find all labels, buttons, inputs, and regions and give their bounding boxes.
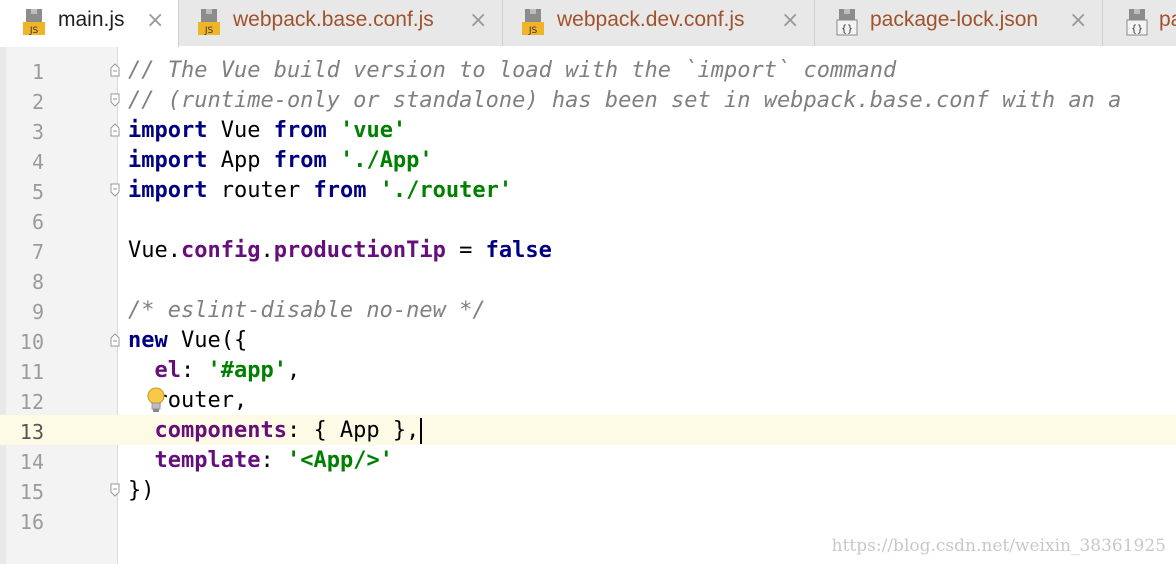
line-number: 2 bbox=[31, 90, 44, 114]
fold-start-icon[interactable] bbox=[110, 123, 120, 137]
code-line[interactable]: 9 /* eslint-disable no-new */ bbox=[0, 295, 1176, 325]
svg-text:{}: {} bbox=[1131, 24, 1143, 35]
svg-text:JS: JS bbox=[528, 26, 538, 36]
line-number: 7 bbox=[31, 240, 44, 264]
line-number: 6 bbox=[31, 210, 44, 234]
current-code-line[interactable]: 13 components: { App }, bbox=[0, 415, 1176, 445]
tab-package-lock-json[interactable]: {} package-lock.json × bbox=[815, 0, 1103, 46]
js-file-icon: JS bbox=[198, 9, 220, 36]
code-text: import router from './router' bbox=[128, 178, 513, 203]
code-text: }) bbox=[128, 478, 155, 503]
code-line[interactable]: 6 bbox=[0, 205, 1176, 235]
line-number: 1 bbox=[31, 60, 44, 84]
fold-end-icon[interactable] bbox=[110, 93, 120, 107]
code-text: // The Vue build version to load with th… bbox=[128, 58, 897, 83]
close-icon[interactable]: × bbox=[469, 8, 487, 34]
fold-end-icon[interactable] bbox=[110, 183, 120, 197]
close-icon[interactable]: × bbox=[781, 8, 799, 34]
line-number: 12 bbox=[19, 390, 44, 414]
code-line[interactable]: 14 template: '<App/>' bbox=[0, 445, 1176, 475]
editor-tab-bar: JS main.js × JS webpack.base.conf.js × J… bbox=[0, 0, 1176, 47]
code-text: Vue.config.productionTip = false bbox=[128, 238, 552, 263]
code-line[interactable]: 15 }) bbox=[0, 475, 1176, 505]
code-text: template: '<App/>' bbox=[154, 448, 393, 473]
tab-label: webpack.base.conf.js bbox=[233, 8, 434, 31]
js-file-icon: JS bbox=[522, 9, 544, 36]
tab-overflow[interactable]: {} pa bbox=[1103, 0, 1176, 46]
js-file-icon: JS bbox=[23, 9, 45, 36]
code-line[interactable]: 8 bbox=[0, 265, 1176, 295]
code-text: import App from './App' bbox=[128, 148, 433, 173]
svg-text:{}: {} bbox=[841, 24, 853, 35]
fold-start-icon[interactable] bbox=[110, 63, 120, 77]
tab-label: main.js bbox=[58, 8, 125, 31]
code-line[interactable]: 12 router, bbox=[0, 385, 1176, 415]
code-text: el: '#app', bbox=[154, 358, 301, 383]
close-icon[interactable]: × bbox=[1069, 8, 1087, 34]
code-text: components: { App }, bbox=[128, 418, 423, 444]
line-number: 9 bbox=[31, 300, 44, 324]
code-text: import Vue from 'vue' bbox=[128, 118, 407, 143]
line-number: 10 bbox=[19, 330, 44, 354]
tab-main-js[interactable]: JS main.js × bbox=[0, 0, 179, 47]
json-file-icon: {} bbox=[836, 9, 858, 36]
code-text: new Vue({ bbox=[128, 328, 248, 353]
tab-label: webpack.dev.conf.js bbox=[557, 8, 745, 31]
code-line[interactable]: 1 // The Vue build version to load with … bbox=[0, 55, 1176, 85]
close-icon[interactable]: × bbox=[146, 8, 164, 34]
fold-start-icon[interactable] bbox=[110, 333, 120, 347]
code-line[interactable]: 7 Vue.config.productionTip = false bbox=[0, 235, 1176, 265]
line-number: 13 bbox=[19, 420, 44, 444]
tab-webpack-dev-conf[interactable]: JS webpack.dev.conf.js × bbox=[503, 0, 815, 46]
line-number: 11 bbox=[19, 360, 44, 384]
code-line[interactable]: 11 el: '#app', bbox=[0, 355, 1176, 385]
code-line[interactable]: 5 import router from './router' bbox=[0, 175, 1176, 205]
line-number: 5 bbox=[31, 180, 44, 204]
code-line[interactable]: 3 import Vue from 'vue' bbox=[0, 115, 1176, 145]
tab-label: pa bbox=[1159, 8, 1176, 31]
code-line[interactable]: 10 new Vue({ bbox=[0, 325, 1176, 355]
svg-text:JS: JS bbox=[29, 26, 39, 36]
watermark-text: https://blog.csdn.net/weixin_38361925 bbox=[831, 536, 1166, 556]
code-editor[interactable]: 1 // The Vue build version to load with … bbox=[0, 47, 1176, 564]
line-number: 14 bbox=[19, 450, 44, 474]
fold-end-icon[interactable] bbox=[110, 483, 120, 497]
line-number: 8 bbox=[31, 270, 44, 294]
tab-webpack-base-conf[interactable]: JS webpack.base.conf.js × bbox=[179, 0, 503, 46]
tab-label: package-lock.json bbox=[870, 8, 1039, 31]
lightbulb-intention-icon[interactable] bbox=[146, 387, 166, 413]
code-text: // (runtime-only or standalone) has been… bbox=[128, 88, 1122, 113]
text-caret bbox=[420, 418, 423, 444]
code-text: /* eslint-disable no-new */ bbox=[128, 298, 486, 323]
line-number: 4 bbox=[31, 150, 44, 174]
line-number: 16 bbox=[19, 510, 44, 534]
line-number: 3 bbox=[31, 120, 44, 144]
svg-text:JS: JS bbox=[204, 26, 214, 36]
line-number: 15 bbox=[19, 480, 44, 504]
code-line[interactable]: 4 import App from './App' bbox=[0, 145, 1176, 175]
code-line[interactable]: 2 // (runtime-only or standalone) has be… bbox=[0, 85, 1176, 115]
code-line[interactable]: 16 bbox=[0, 505, 1176, 535]
json-file-icon: {} bbox=[1126, 9, 1148, 36]
